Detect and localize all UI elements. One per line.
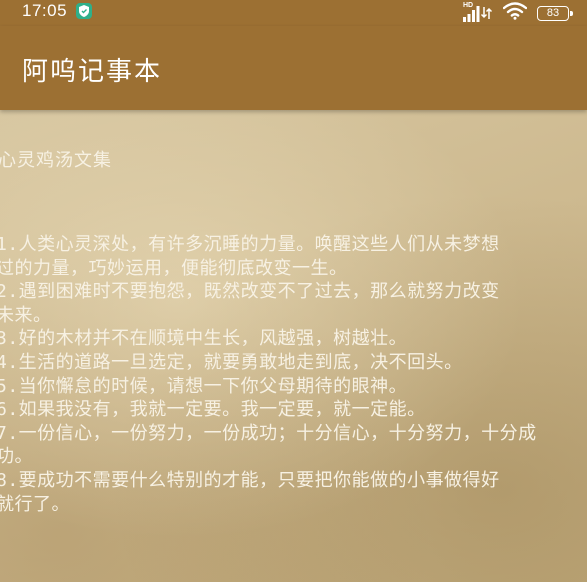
note-line: 未来。	[0, 304, 52, 326]
status-icons: HD 83	[463, 2, 573, 24]
status-bar: 17:05 HD 83	[0, 0, 587, 26]
note-content[interactable]: 心灵鸡汤文集 1.人类心灵深处，有许多沉睡的力量。唤醒这些人们从未梦想 过的力量…	[0, 110, 587, 582]
note-line: 6.如果我没有，我就一定要。我一定要，就一定能。	[0, 399, 426, 421]
note-line: 1.人类心灵深处，有许多沉睡的力量。唤醒这些人们从未梦想	[0, 234, 500, 255]
shield-icon	[76, 3, 92, 19]
note-body[interactable]: 1.人类心灵深处，有许多沉睡的力量。唤醒这些人们从未梦想 过的力量，巧妙运用，便…	[0, 233, 587, 516]
wifi-icon	[502, 2, 528, 24]
app-title: 阿呜记事本	[22, 57, 163, 87]
note-line: 就行了。	[0, 493, 70, 515]
note-line: 功。	[0, 446, 33, 468]
note-title[interactable]: 心灵鸡汤文集	[0, 146, 112, 172]
note-line: 7.一份信心，一份努力，一份成功；十分信心，十分努力，十分成	[0, 422, 537, 444]
battery-icon: 83	[537, 5, 573, 21]
note-line: 8.要成功不需要什么特别的才能，只要把你能做的小事做得好	[0, 469, 500, 491]
note-line: 5.当你懈怠的时候，请想一下你父母期待的眼神。	[0, 375, 408, 397]
note-line: 3.好的木材并不在顺境中生长，风越强，树越壮。	[0, 328, 408, 350]
note-line: 过的力量，巧妙运用，便能彻底改变一生。	[0, 257, 348, 279]
battery-level: 83	[546, 6, 560, 19]
note-line: 4.生活的道路一旦选定，就要勇敢地走到底，决不回头。	[0, 351, 463, 373]
status-time: 17:05	[22, 1, 68, 20]
app-bar: 阿呜记事本	[0, 26, 587, 110]
signal-icon: HD	[463, 2, 493, 23]
note-line: 2.遇到困难时不要抱怨，既然改变不了过去，那么就努力改变	[0, 281, 500, 303]
